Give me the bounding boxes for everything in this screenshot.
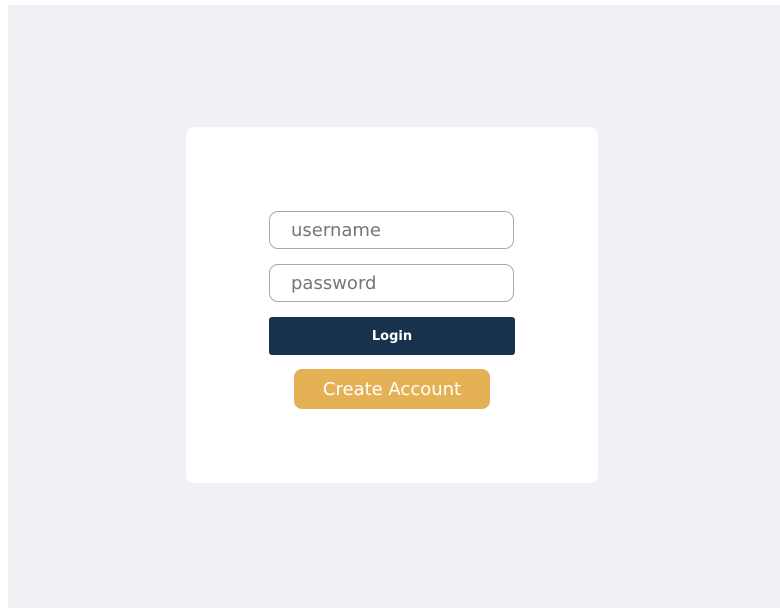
password-input[interactable] [269,264,514,302]
page-background: Login Create Account [8,5,780,608]
login-card: Login Create Account [186,127,598,483]
create-account-button[interactable]: Create Account [294,369,490,409]
username-input[interactable] [269,211,514,249]
login-button[interactable]: Login [269,317,515,355]
